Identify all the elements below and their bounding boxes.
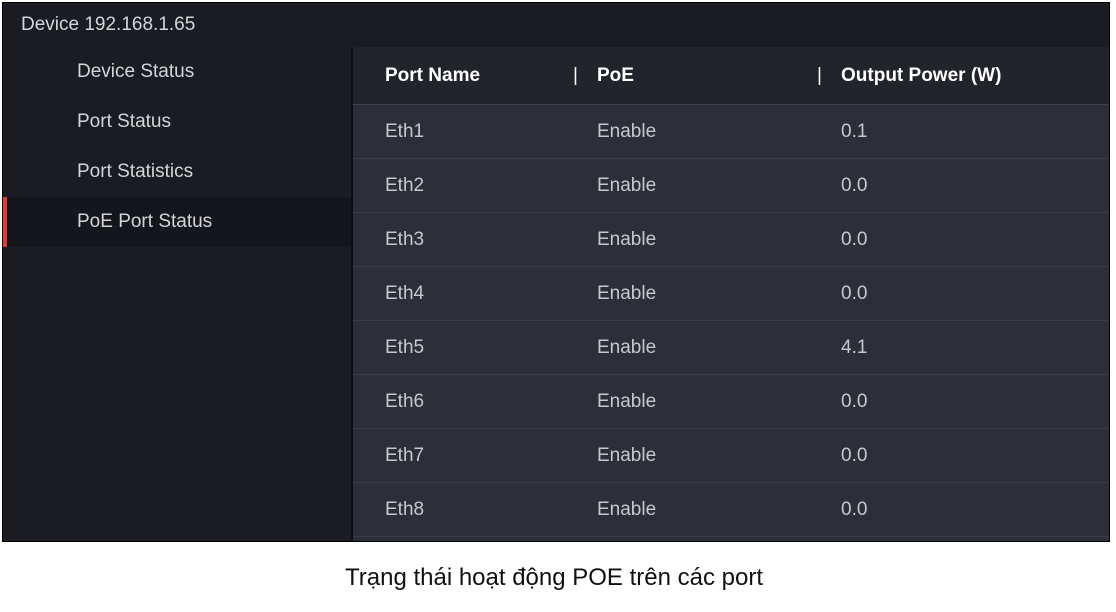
sidebar-item-label: Device Status xyxy=(77,61,194,83)
cell-poe: Enable xyxy=(597,391,817,413)
device-window: Device 192.168.1.65 Device Status Port S… xyxy=(2,2,1110,542)
header-separator: | xyxy=(573,65,597,87)
cell-port-name: Eth8 xyxy=(353,499,573,521)
sidebar-item-poe-port-status[interactable]: PoE Port Status xyxy=(3,197,351,247)
cell-port-name: Eth5 xyxy=(353,337,573,359)
cell-poe: Enable xyxy=(597,499,817,521)
table-header-row: Port Name | PoE | Output Power (W) xyxy=(353,47,1109,105)
sidebar-item-label: Port Statistics xyxy=(77,161,193,183)
cell-poe: Enable xyxy=(597,229,817,251)
window-title-bar: Device 192.168.1.65 xyxy=(3,3,1109,47)
table-row: Eth8 Enable 0.0 xyxy=(353,483,1109,537)
window-title: Device 192.168.1.65 xyxy=(21,14,195,36)
table-row: Eth3 Enable 0.0 xyxy=(353,213,1109,267)
cell-port-name: Eth4 xyxy=(353,283,573,305)
sidebar-item-device-status[interactable]: Device Status xyxy=(3,47,351,97)
table-body: Eth1 Enable 0.1 Eth2 Enable 0.0 Eth3 En xyxy=(353,105,1109,541)
cell-output-power: 0.1 xyxy=(841,121,1109,143)
cell-output-power: 0.0 xyxy=(841,391,1109,413)
cell-output-power: 0.0 xyxy=(841,283,1109,305)
cell-port-name: Eth3 xyxy=(353,229,573,251)
sidebar-item-port-status[interactable]: Port Status xyxy=(3,97,351,147)
cell-output-power: 4.1 xyxy=(841,337,1109,359)
header-output-power: Output Power (W) xyxy=(841,65,1109,87)
content-area: Device Status Port Status Port Statistic… xyxy=(3,47,1109,541)
cell-poe: Enable xyxy=(597,121,817,143)
main-panel: Port Name | PoE | Output Power (W) Eth1 … xyxy=(353,47,1109,541)
header-poe: PoE xyxy=(597,65,817,87)
sidebar-item-label: PoE Port Status xyxy=(77,211,212,233)
table-row: Eth7 Enable 0.0 xyxy=(353,429,1109,483)
table-row: Eth5 Enable 4.1 xyxy=(353,321,1109,375)
sidebar-item-label: Port Status xyxy=(77,111,171,133)
cell-output-power: 0.0 xyxy=(841,175,1109,197)
table-row: Eth4 Enable 0.0 xyxy=(353,267,1109,321)
cell-poe: Enable xyxy=(597,283,817,305)
header-separator: | xyxy=(817,65,841,87)
cell-output-power: 0.0 xyxy=(841,445,1109,467)
cell-output-power: 0.0 xyxy=(841,499,1109,521)
cell-poe: Enable xyxy=(597,175,817,197)
cell-poe: Enable xyxy=(597,445,817,467)
cell-port-name: Eth1 xyxy=(353,121,573,143)
table-row: Eth6 Enable 0.0 xyxy=(353,375,1109,429)
cell-output-power: 0.0 xyxy=(841,229,1109,251)
sidebar: Device Status Port Status Port Statistic… xyxy=(3,47,353,541)
cell-port-name: Eth7 xyxy=(353,445,573,467)
cell-poe: Enable xyxy=(597,337,817,359)
table-row: Eth1 Enable 0.1 xyxy=(353,105,1109,159)
table-row: Eth2 Enable 0.0 xyxy=(353,159,1109,213)
sidebar-item-port-statistics[interactable]: Port Statistics xyxy=(3,147,351,197)
header-port-name: Port Name xyxy=(353,65,573,87)
figure-caption: Trạng thái hoạt động POE trên các port xyxy=(0,564,1108,592)
cell-port-name: Eth6 xyxy=(353,391,573,413)
cell-port-name: Eth2 xyxy=(353,175,573,197)
